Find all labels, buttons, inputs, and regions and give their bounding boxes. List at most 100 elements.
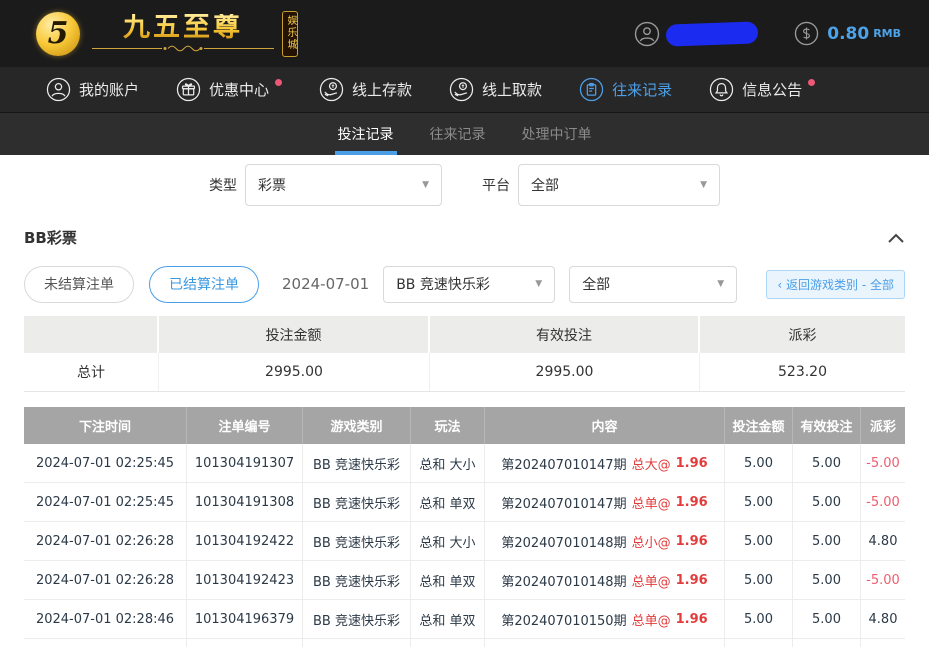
nav-item-transaction-records[interactable]: 往来记录 xyxy=(579,77,672,102)
tab-transaction-records[interactable]: 往来记录 xyxy=(428,113,488,155)
deposit-icon xyxy=(319,77,344,102)
cell-period: 第202407010147期 xyxy=(501,493,626,512)
cell-odds: 1.96 xyxy=(676,573,708,588)
cell-time: 2024-07-01 02:25:45 xyxy=(24,444,187,482)
platform-select-value: 全部 xyxy=(531,175,559,195)
tab-pending-orders[interactable]: 处理中订单 xyxy=(520,113,594,155)
cell-play: 总和 大小 xyxy=(411,522,485,560)
cell-valid xyxy=(793,639,861,647)
record-tabs: 投注记录 往来记录 处理中订单 xyxy=(0,113,929,155)
summary-total-row: 总计 2995.00 2995.00 523.20 xyxy=(24,353,905,392)
logo-coin-char: 5 xyxy=(48,16,69,51)
pill-label: 已结算注单 xyxy=(169,274,239,294)
chevron-down-icon: ▼ xyxy=(717,279,724,289)
site-logo[interactable]: 5 九五至尊 娱乐城 xyxy=(36,11,298,57)
bets-table-header: 下注时间 注单编号 游戏类别 玩法 内容 投注金额 有效投注 派彩 xyxy=(24,407,905,444)
cell-category: BB 竞速快乐彩 xyxy=(303,483,411,521)
page: 5 九五至尊 娱乐城 xyxy=(0,0,929,647)
cell-play: 总和 大小 xyxy=(411,444,485,482)
withdraw-icon xyxy=(449,77,474,102)
cell-time: 2024-07-01 02:26:28 xyxy=(24,561,187,599)
cell-play: 总和 单双 xyxy=(411,600,485,638)
cell-time: 2024-07-01 02:28:46 xyxy=(24,600,187,638)
cell-odds: 1.96 xyxy=(676,534,708,549)
nav-item-my-account[interactable]: 我的账户 xyxy=(46,77,139,102)
platform-select[interactable]: 全部 ▼ xyxy=(518,164,720,206)
brand-name: 九五至尊 xyxy=(123,14,243,41)
chevron-down-icon: ▼ xyxy=(535,279,542,289)
cell-odds: 1.96 xyxy=(676,456,708,471)
cell-time: 2024-07-01 02:26:28 xyxy=(24,522,187,560)
col-header-category: 游戏类别 xyxy=(303,407,411,444)
table-row: 2024-07-01 02:25:45 101304191308 BB 竞速快乐… xyxy=(24,483,905,522)
all-select[interactable]: 全部 ▼ xyxy=(569,266,737,303)
unsettled-bets-button[interactable]: 未结算注单 xyxy=(24,266,134,303)
table-row: 2024-07-01 02:25:45 101304191307 BB 竞速快乐… xyxy=(24,444,905,483)
nav-item-promotions[interactable]: 优惠中心 xyxy=(176,77,282,102)
chevron-up-icon xyxy=(887,232,905,244)
cell-content: 第202407010148期总小@1.96 xyxy=(485,522,725,560)
summary-total-valid: 2995.00 xyxy=(430,353,700,391)
nav-label: 信息公告 xyxy=(742,79,802,100)
avatar-icon[interactable] xyxy=(634,21,660,47)
cell-payout: 4.80 xyxy=(861,600,905,638)
cell-content: 第202407010150期总单@1.96 xyxy=(485,600,725,638)
cell-time xyxy=(24,639,187,647)
cell-bet: 5.00 xyxy=(725,522,793,560)
table-row: 2024-07-01 02:26:28 101304192423 BB 竞速快乐… xyxy=(24,561,905,600)
cell-pick: 总单@ xyxy=(632,493,671,512)
username-redacted[interactable] xyxy=(666,21,759,46)
cell-odds: 1.96 xyxy=(676,612,708,627)
nav-item-withdraw[interactable]: 线上取款 xyxy=(449,77,542,102)
summary-total-payout: 523.20 xyxy=(700,353,905,391)
cell-pick: 总大@ xyxy=(632,454,671,473)
cell-content: 第202407010147期总大@ 1.96 xyxy=(485,444,725,482)
logo-text: 九五至尊 xyxy=(90,14,276,53)
col-header-payout: 派彩 xyxy=(861,407,905,444)
type-select[interactable]: 彩票 ▼ xyxy=(245,164,442,206)
type-select-value: 彩票 xyxy=(258,175,286,195)
nav-item-deposit[interactable]: 线上存款 xyxy=(319,77,412,102)
gift-icon xyxy=(176,77,201,102)
cell-valid: 5.00 xyxy=(793,561,861,599)
logo-badge: 娱乐城 xyxy=(282,11,298,57)
cell-id: 101304191307 xyxy=(187,444,303,482)
table-row: 2024-07-01 02:28:46 101304196379 BB 竞速快乐… xyxy=(24,600,905,639)
records-icon xyxy=(579,77,604,102)
cell-play: 总和 单双 xyxy=(411,483,485,521)
pill-label: 未结算注单 xyxy=(44,274,114,294)
nav-item-announcements[interactable]: 信息公告 xyxy=(709,77,815,102)
settled-bets-button[interactable]: 已结算注单 xyxy=(149,266,259,303)
date-value[interactable]: 2024-07-01 xyxy=(282,275,369,293)
summary-header-row: 投注金额 有效投注 派彩 xyxy=(24,316,905,353)
top-header: 5 九五至尊 娱乐城 xyxy=(0,0,929,67)
cell-time: 2024-07-01 02:25:45 xyxy=(24,483,187,521)
cell-odds: 1.96 xyxy=(676,495,708,510)
cell-bet xyxy=(725,639,793,647)
cell-id: 101304191308 xyxy=(187,483,303,521)
bell-icon xyxy=(709,77,734,102)
logo-flourish-icon xyxy=(90,44,276,53)
cell-period: 第202407010150期 xyxy=(501,610,626,629)
notification-dot xyxy=(808,79,815,86)
cell-pick: 总单@ xyxy=(632,571,671,590)
game-select[interactable]: BB 竞速快乐彩 ▼ xyxy=(383,266,555,303)
tab-bet-records[interactable]: 投注记录 xyxy=(336,113,396,155)
bets-table-body: 2024-07-01 02:25:45 101304191307 BB 竞速快乐… xyxy=(24,444,905,647)
collapse-section-button[interactable] xyxy=(887,232,905,244)
summary-header-bet: 投注金额 xyxy=(159,316,430,353)
nav-label: 优惠中心 xyxy=(209,79,269,100)
summary-total-label: 总计 xyxy=(24,353,159,391)
cell-category: BB 竞速快乐彩 xyxy=(303,561,411,599)
summary-table: 投注金额 有效投注 派彩 总计 2995.00 2995.00 523.20 xyxy=(24,316,905,392)
cell-period: 第202407010147期 xyxy=(501,454,626,473)
section-header: BB彩票 xyxy=(0,227,929,248)
table-row: 2024-07-01 02:26:28 101304192422 BB 竞速快乐… xyxy=(24,522,905,561)
type-filter-label: 类型 xyxy=(209,175,237,195)
chevron-down-icon: ▼ xyxy=(422,180,429,190)
back-to-category-button[interactable]: ‹ 返回游戏类别 - 全部 xyxy=(766,270,905,299)
tab-label: 投注记录 xyxy=(338,124,394,144)
summary-total-bet: 2995.00 xyxy=(159,353,430,391)
cell-payout: -5.00 xyxy=(861,483,905,521)
cell-valid: 5.00 xyxy=(793,522,861,560)
